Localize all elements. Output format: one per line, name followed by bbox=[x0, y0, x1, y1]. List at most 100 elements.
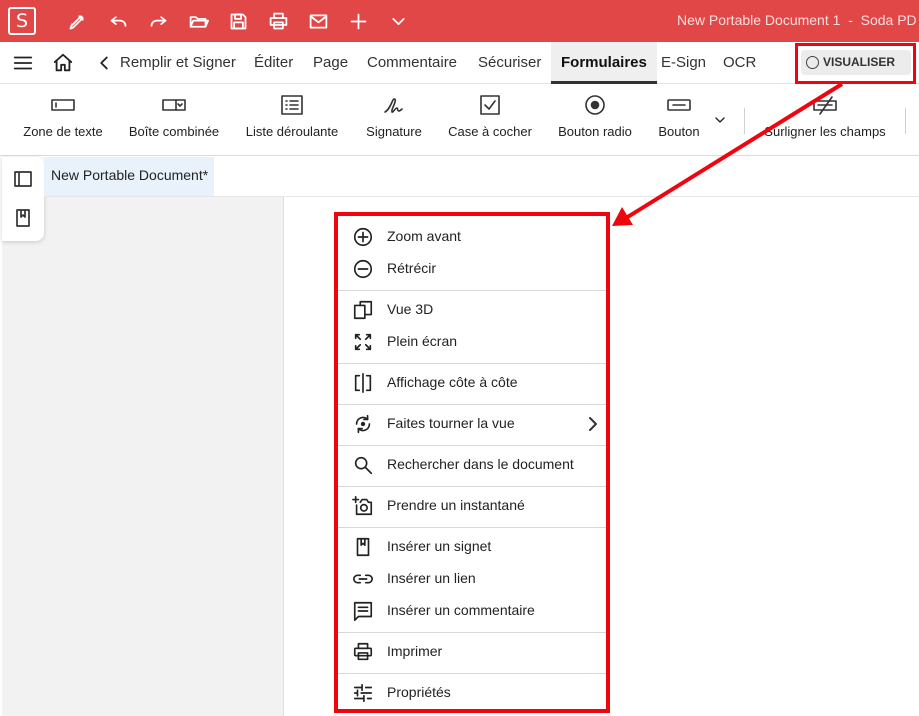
tab-formulaires[interactable]: Formulaires bbox=[551, 42, 657, 84]
tab-ocr[interactable]: OCR bbox=[723, 42, 756, 84]
menu-item-view-3d[interactable]: Vue 3D bbox=[338, 295, 606, 325]
menu-item-label: Imprimer bbox=[387, 643, 443, 659]
checkbox-icon bbox=[477, 94, 503, 116]
menu-item-label: Zoom avant bbox=[387, 228, 461, 244]
highlight-fields-icon bbox=[812, 94, 838, 116]
print-icon bbox=[352, 641, 374, 663]
bookmark-icon bbox=[352, 536, 374, 558]
side-rail bbox=[2, 157, 44, 241]
menu-item-link[interactable]: Insérer un lien bbox=[338, 564, 606, 594]
button-field-button[interactable]: Bouton bbox=[652, 84, 706, 156]
tab-securiser[interactable]: Sécuriser bbox=[478, 42, 541, 84]
search-icon bbox=[352, 454, 374, 476]
undo-icon[interactable] bbox=[106, 9, 130, 33]
panel-toggle-icon[interactable] bbox=[13, 169, 33, 189]
menu-item-label: Vue 3D bbox=[387, 301, 434, 317]
redo-icon[interactable] bbox=[146, 9, 170, 33]
signature-icon bbox=[381, 94, 407, 116]
chevron-down-icon[interactable] bbox=[386, 9, 410, 33]
visualize-label: VISUALISER bbox=[823, 55, 896, 69]
ribbon-label: Zone de texte bbox=[23, 124, 103, 139]
thumbnail-panel bbox=[2, 197, 284, 716]
menu-item-label: Plein écran bbox=[387, 333, 458, 349]
forms-ribbon: Zone de texte Boîte combinée Liste dérou… bbox=[0, 84, 919, 156]
menu-item-bookmark[interactable]: Insérer un signet bbox=[338, 532, 606, 562]
ribbon-label: Case à cocher bbox=[448, 124, 532, 139]
ribbon-label: Surligner les champs bbox=[764, 124, 886, 139]
window-title: New Portable Document 1 - Soda PD bbox=[677, 12, 917, 28]
snapshot-icon bbox=[352, 495, 374, 517]
zoom-in-icon bbox=[352, 226, 374, 248]
chevron-right-icon bbox=[586, 415, 600, 433]
menu-item-label: Insérer un lien bbox=[387, 570, 476, 586]
app-logo[interactable]: S bbox=[8, 7, 36, 35]
document-tab[interactable]: New Portable Document* bbox=[44, 157, 214, 197]
radio-button-button[interactable]: Bouton radio bbox=[553, 84, 637, 156]
combo-box-button[interactable]: Boîte combinée bbox=[126, 84, 222, 156]
ribbon-label: Bouton radio bbox=[558, 124, 632, 139]
button-icon bbox=[666, 94, 692, 116]
menu-item-comment[interactable]: Insérer un commentaire bbox=[338, 596, 606, 626]
menu-item-fullscreen[interactable]: Plein écran bbox=[338, 327, 606, 357]
hamburger-menu-icon[interactable] bbox=[11, 51, 35, 75]
menu-separator bbox=[338, 632, 606, 633]
mail-icon[interactable] bbox=[306, 9, 330, 33]
menu-item-snapshot[interactable]: Prendre un instantané bbox=[338, 491, 606, 521]
plus-icon[interactable] bbox=[346, 9, 370, 33]
pen-icon[interactable] bbox=[65, 9, 89, 33]
checkbox-button[interactable]: Case à cocher bbox=[444, 84, 536, 156]
menu-bar: Remplir et Signer Éditer Page Commentair… bbox=[0, 42, 919, 84]
highlight-fields-button[interactable]: Surligner les champs bbox=[760, 84, 890, 156]
tab-strip-divider bbox=[44, 196, 919, 197]
ribbon-more-chevron-icon[interactable] bbox=[710, 110, 730, 130]
menu-separator bbox=[338, 673, 606, 674]
radio-circle-icon bbox=[806, 56, 819, 69]
menu-item-label: Insérer un signet bbox=[387, 538, 492, 554]
context-menu: Zoom avant Rétrécir Vue 3D Plein écran A… bbox=[334, 212, 610, 713]
comment-icon bbox=[352, 600, 374, 622]
tab-e-sign[interactable]: E-Sign bbox=[661, 42, 706, 84]
tab-page[interactable]: Page bbox=[313, 42, 348, 84]
ribbon-label: Signature bbox=[366, 124, 422, 139]
menu-item-label: Faites tourner la vue bbox=[387, 415, 515, 431]
menu-separator bbox=[338, 290, 606, 291]
combo-box-icon bbox=[161, 94, 187, 116]
home-icon[interactable] bbox=[51, 51, 75, 75]
properties-icon bbox=[352, 682, 374, 704]
ribbon-separator bbox=[744, 108, 745, 134]
menu-item-rotate-view[interactable]: Faites tourner la vue bbox=[338, 409, 606, 439]
side-by-side-icon bbox=[352, 372, 374, 394]
tab-remplir-et-signer[interactable]: Remplir et Signer bbox=[120, 42, 236, 84]
chevron-left-icon[interactable] bbox=[92, 51, 116, 75]
text-field-icon bbox=[50, 94, 76, 116]
menu-item-properties[interactable]: Propriétés bbox=[338, 678, 606, 708]
menu-item-search[interactable]: Rechercher dans le document bbox=[338, 450, 606, 480]
menu-separator bbox=[338, 527, 606, 528]
signature-button[interactable]: Signature bbox=[358, 84, 430, 156]
visualize-toggle[interactable]: VISUALISER bbox=[801, 50, 911, 75]
ribbon-label: Liste déroulante bbox=[245, 124, 339, 139]
save-icon[interactable] bbox=[226, 9, 250, 33]
list-box-button[interactable]: Liste déroulante bbox=[240, 84, 344, 156]
fullscreen-icon bbox=[352, 331, 374, 353]
menu-separator bbox=[338, 363, 606, 364]
ribbon-label: Bouton bbox=[658, 124, 700, 139]
menu-item-label: Affichage côte à côte bbox=[387, 374, 518, 390]
tab-editer[interactable]: Éditer bbox=[254, 42, 293, 84]
text-field-button[interactable]: Zone de texte bbox=[18, 84, 108, 156]
ribbon-separator bbox=[905, 108, 906, 134]
menu-item-label: Propriétés bbox=[387, 684, 451, 700]
radio-button-icon bbox=[582, 94, 608, 116]
tab-commentaire[interactable]: Commentaire bbox=[367, 42, 457, 84]
open-folder-icon[interactable] bbox=[186, 9, 210, 33]
menu-item-zoom-in[interactable]: Zoom avant bbox=[338, 222, 606, 252]
menu-item-print[interactable]: Imprimer bbox=[338, 637, 606, 667]
menu-item-side-by-side[interactable]: Affichage côte à côte bbox=[338, 368, 606, 398]
link-icon bbox=[352, 568, 374, 590]
title-bar: S New Portable Document 1 - Soda PD bbox=[0, 0, 919, 42]
print-icon[interactable] bbox=[266, 9, 290, 33]
menu-item-zoom-out[interactable]: Rétrécir bbox=[338, 254, 606, 284]
menu-item-label: Prendre un instantané bbox=[387, 497, 525, 513]
menu-separator bbox=[338, 404, 606, 405]
bookmark-panel-icon[interactable] bbox=[13, 208, 33, 228]
